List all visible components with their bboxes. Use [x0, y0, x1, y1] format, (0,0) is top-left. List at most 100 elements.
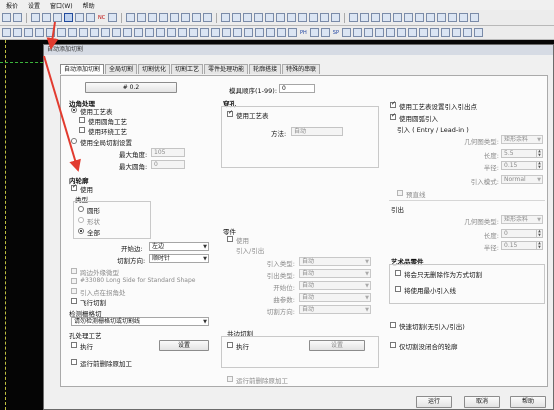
tool-icon[interactable]	[288, 28, 297, 37]
part-start-select[interactable]: 自动 ▼	[299, 281, 371, 290]
tab-contour-overlap[interactable]: 轮廓搭接	[249, 64, 282, 74]
tool-icon[interactable]	[418, 28, 428, 37]
tool-icon[interactable]	[363, 28, 373, 37]
tool-icon[interactable]	[429, 28, 439, 37]
edit-tool-icon[interactable]	[448, 13, 458, 22]
tool-icon[interactable]	[320, 28, 330, 37]
common-settings-button[interactable]: 设置	[309, 340, 365, 351]
tab-cut-optimize[interactable]: 切割优化	[138, 64, 171, 74]
zoom-icon[interactable]	[192, 13, 202, 22]
edit-tool-icon[interactable]	[393, 13, 403, 22]
edit-tool-icon[interactable]	[470, 13, 480, 22]
tool-icon[interactable]	[451, 28, 461, 37]
tool-icon[interactable]	[178, 28, 187, 37]
preset-button[interactable]: # 0.2	[85, 82, 177, 93]
tool-order-input[interactable]: 0	[279, 84, 315, 93]
inner-use-checkbox[interactable]	[71, 183, 77, 191]
menu-window[interactable]: 窗口(W)	[50, 1, 73, 10]
tool-icon[interactable]	[244, 28, 253, 37]
zoom-icon[interactable]	[159, 13, 169, 22]
lead-corner-checkbox[interactable]	[71, 288, 77, 294]
part-curve-param-select[interactable]: 自动 ▼	[299, 293, 371, 302]
tool-icon[interactable]	[123, 28, 132, 37]
ph-tool-label[interactable]: PH	[299, 30, 308, 36]
draw-line-icon[interactable]	[243, 13, 253, 22]
art-min-lead-checkbox[interactable]	[395, 286, 401, 292]
tool-icon[interactable]	[309, 28, 319, 37]
draw-line-icon[interactable]	[221, 13, 231, 22]
pre-delete-left-checkbox[interactable]	[71, 359, 77, 365]
tool-icon[interactable]	[31, 13, 40, 22]
art-all-cut-checkbox[interactable]	[395, 270, 401, 276]
preview-line-checkbox[interactable]	[397, 190, 403, 196]
tool-icon[interactable]	[233, 28, 242, 37]
spinner-arrows-icon[interactable]: ▲ ▼	[536, 149, 542, 157]
part-cut-direction-select[interactable]: 自动 ▼	[299, 305, 371, 314]
use-table-outline-checkbox[interactable]	[390, 100, 396, 108]
auto-cut-tool-icon[interactable]	[64, 13, 73, 22]
cut-direction-select[interactable]: 顺时针 ▼	[149, 254, 209, 263]
hole-execute-checkbox[interactable]	[71, 342, 77, 348]
menu-quote[interactable]: 报价	[6, 1, 18, 10]
tool-icon[interactable]	[2, 28, 11, 37]
sp-tool-label[interactable]: SP	[332, 30, 340, 36]
tool-icon[interactable]	[211, 28, 220, 37]
spinner-arrows-icon[interactable]: ▲ ▼	[536, 229, 542, 237]
use-global-radio[interactable]	[71, 138, 77, 144]
edit-tool-icon[interactable]	[382, 13, 392, 22]
fly-cut-checkbox[interactable]	[71, 298, 77, 304]
max-angle-input[interactable]: 105	[151, 148, 185, 157]
draw-tool-icon[interactable]	[331, 13, 341, 22]
use-ring-checkbox[interactable]	[79, 127, 85, 133]
tool-icon[interactable]	[79, 28, 88, 37]
zoom-icon[interactable]	[148, 13, 158, 22]
tool-icon[interactable]	[42, 13, 51, 22]
draw-line-icon[interactable]	[232, 13, 242, 22]
only-cut-open-checkbox[interactable]	[390, 342, 396, 348]
lead-in-mode-select[interactable]: Normal ▼	[501, 175, 543, 184]
tool-icon[interactable]	[137, 13, 147, 22]
spinner-arrows-icon[interactable]: ▲ ▼	[536, 161, 542, 169]
tool-icon[interactable]	[108, 13, 118, 22]
draw-ellipse-icon[interactable]	[287, 13, 297, 22]
zoom-icon[interactable]	[181, 13, 191, 22]
tool-icon[interactable]	[266, 28, 275, 37]
tool-icon[interactable]	[200, 28, 209, 37]
draw-circle-icon[interactable]	[254, 13, 264, 22]
tool-icon[interactable]	[374, 28, 384, 37]
tool-icon[interactable]	[407, 28, 417, 37]
tool-icon[interactable]	[473, 28, 483, 37]
edge-use-table-radio[interactable]	[71, 107, 77, 113]
nc-tool-label[interactable]: NC	[97, 15, 106, 21]
tool-icon[interactable]	[2, 13, 11, 22]
pierce-method-input[interactable]: 自动	[291, 127, 343, 136]
lead-in-geom-select[interactable]: 矩形余料 ▼	[501, 135, 543, 144]
tool-icon[interactable]	[255, 28, 264, 37]
tool-icon[interactable]	[352, 28, 362, 37]
tool-icon[interactable]	[126, 13, 136, 22]
menu-help[interactable]: 帮助	[83, 1, 95, 10]
start-side-select[interactable]: 左边 ▼	[149, 242, 209, 251]
edit-tool-icon[interactable]	[426, 13, 436, 22]
edit-tool-icon[interactable]	[459, 13, 469, 22]
tool-icon[interactable]	[396, 28, 406, 37]
use-fillet-checkbox[interactable]	[79, 117, 85, 123]
lead-in-radius-input[interactable]: 0.15 ▲ ▼	[501, 161, 543, 170]
tab-global-cut[interactable]: 全局切割	[105, 64, 138, 74]
tool-icon[interactable]	[68, 28, 77, 37]
lead-out-length-input[interactable]: 0 ▲ ▼	[501, 229, 543, 238]
detect-select[interactable]: 请勿检测栅格切或切割线 ▼	[71, 317, 209, 326]
tool-icon[interactable]	[53, 13, 62, 22]
tool-icon[interactable]	[277, 28, 286, 37]
tool-icon[interactable]	[13, 13, 22, 22]
draw-rect-icon[interactable]	[265, 13, 275, 22]
type-circle-radio[interactable]	[78, 206, 84, 212]
cancel-button[interactable]: 取消	[464, 396, 500, 408]
use-arc-lead-checkbox[interactable]	[390, 112, 396, 120]
edit-tool-icon[interactable]	[404, 13, 414, 22]
part-use-checkbox[interactable]	[227, 236, 233, 242]
tab-special-chain[interactable]: 特殊的串联	[282, 64, 321, 74]
pre-delete-mid-checkbox[interactable]	[227, 376, 233, 382]
tool-icon[interactable]	[101, 28, 110, 37]
part-lead-out-type-select[interactable]: 自动 ▼	[299, 269, 371, 278]
